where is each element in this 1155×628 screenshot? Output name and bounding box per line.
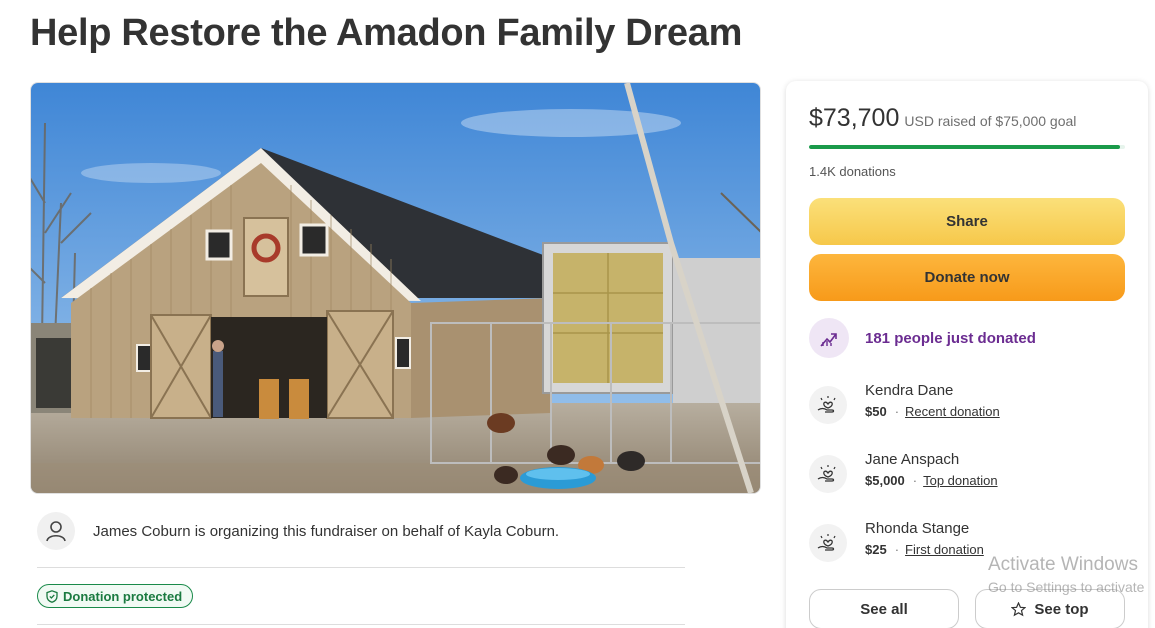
user-avatar-icon: [37, 512, 75, 550]
donor-name: Rhonda Stange: [865, 520, 970, 537]
recent-donations-trend: 181 people just donated: [809, 318, 1036, 358]
donation-card: $73,700 USD raised of $75,000 goal 1.4K …: [786, 81, 1148, 628]
see-all-button[interactable]: See all: [809, 589, 959, 628]
donations-count: 1.4K donations: [809, 164, 896, 179]
heart-hand-icon: [809, 386, 847, 424]
goal-text: USD raised of $75,000 goal: [904, 113, 1077, 129]
divider: [37, 567, 685, 568]
donation-protected-label: Donation protected: [63, 588, 183, 604]
separator-dot: ·: [894, 404, 900, 419]
separator-dot: ·: [912, 473, 918, 488]
donor-tag-link[interactable]: Recent donation: [905, 404, 1000, 419]
trending-up-icon: [809, 318, 849, 358]
campaign-hero-image: [30, 82, 761, 494]
donor-amount: $5,000: [865, 473, 905, 488]
donor-name: Kendra Dane: [865, 382, 954, 399]
donor-amount: $25: [865, 542, 887, 557]
donor-tag-link[interactable]: Top donation: [923, 473, 997, 488]
divider: [37, 624, 685, 625]
organizer-row: James Coburn is organizing this fundrais…: [37, 512, 559, 550]
heart-hand-icon: [809, 455, 847, 493]
donor-name: Jane Anspach: [865, 451, 960, 468]
raised-amount: $73,700: [809, 104, 900, 132]
progress-bar: [809, 145, 1125, 149]
donor-item: Jane Anspach $5,000 · Top donation: [809, 451, 998, 493]
see-top-label: See top: [1034, 600, 1089, 618]
shield-icon: [46, 589, 58, 603]
donation-protected-badge[interactable]: Donation protected: [37, 584, 194, 608]
donor-tag-link[interactable]: First donation: [905, 542, 984, 557]
donor-item: Kendra Dane $50 · Recent donation: [809, 382, 1000, 424]
organizer-text: James Coburn is organizing this fundrais…: [93, 522, 560, 540]
share-button[interactable]: Share: [809, 198, 1125, 245]
see-top-button[interactable]: See top: [975, 589, 1125, 628]
progress-fill: [809, 145, 1120, 149]
heart-hand-icon: [809, 524, 847, 562]
page-title: Help Restore the Amadon Family Dream: [30, 12, 743, 54]
separator-dot: ·: [894, 542, 900, 557]
raised-summary: $73,700 USD raised of $75,000 goal: [809, 104, 1076, 133]
donor-item: Rhonda Stange $25 · First donation: [809, 520, 984, 562]
donor-amount: $50: [865, 404, 887, 419]
star-icon: [1011, 601, 1027, 616]
trend-text: 181 people just donated: [865, 329, 1036, 347]
donate-now-button[interactable]: Donate now: [809, 254, 1125, 301]
